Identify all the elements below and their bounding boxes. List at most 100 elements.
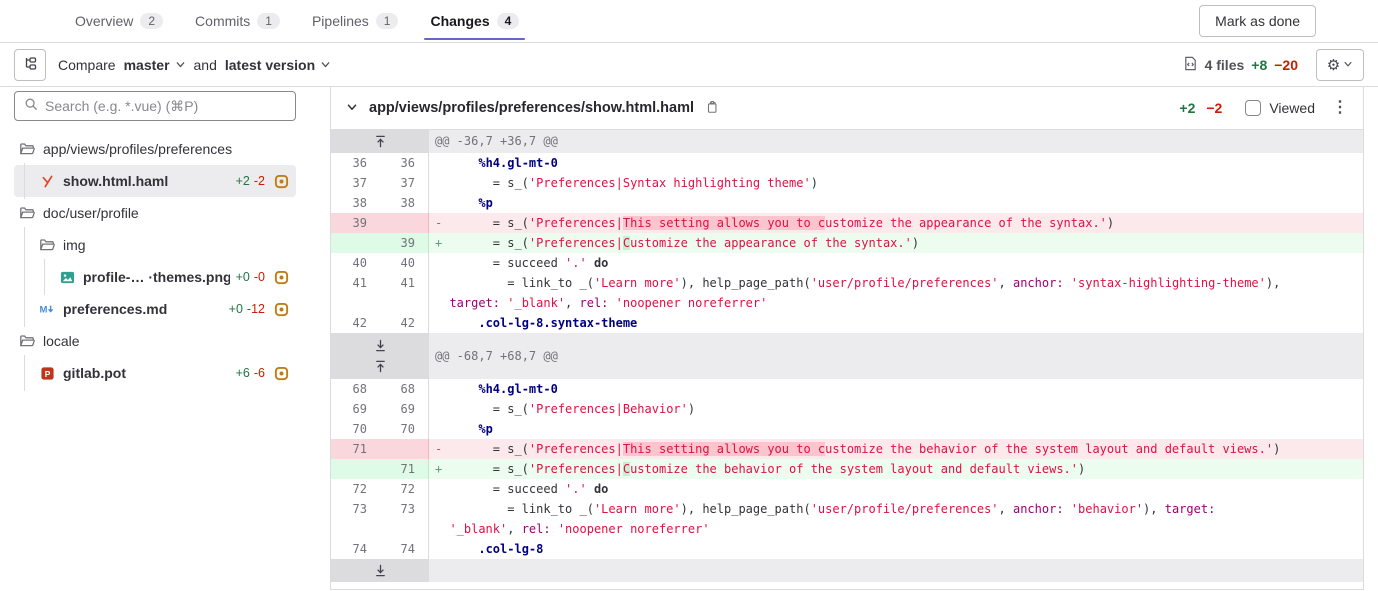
code-token: 'Preferences| bbox=[529, 236, 623, 250]
old-line-number[interactable] bbox=[331, 519, 380, 539]
tab-overview[interactable]: Overview2 bbox=[75, 0, 163, 42]
line-content: + = s_('Preferences|Customize the appear… bbox=[429, 233, 1363, 253]
file-diff-stats: +0-12 bbox=[223, 302, 290, 317]
new-line-number[interactable]: 41 bbox=[380, 273, 429, 293]
new-line-number[interactable]: 71 bbox=[380, 459, 429, 479]
line-content: %p bbox=[429, 193, 1363, 213]
file-search-input[interactable] bbox=[45, 98, 286, 114]
tree-folder-img[interactable]: img bbox=[14, 229, 296, 261]
diff-settings-button[interactable]: ⚙ bbox=[1316, 49, 1364, 81]
new-line-number[interactable]: 70 bbox=[380, 419, 429, 439]
code-token: ) bbox=[912, 236, 919, 250]
new-line-number[interactable]: 73 bbox=[380, 499, 429, 519]
new-line-number[interactable]: 38 bbox=[380, 193, 429, 213]
code-token: 'Preferences| bbox=[529, 216, 623, 230]
expand-down-button[interactable] bbox=[374, 562, 387, 580]
file-diff-stats: +6-6 bbox=[230, 366, 290, 381]
tree-file-preferences-md[interactable]: Mpreferences.md+0-12 bbox=[14, 293, 296, 325]
tab-count-badge: 1 bbox=[257, 13, 280, 29]
new-line-number[interactable]: 68 bbox=[380, 379, 429, 399]
code-token: ustomize the behavior of the system layo… bbox=[825, 442, 1273, 456]
mr-tab-bar: Overview2 Commits1 Pipelines1 Changes4 Mark… bbox=[0, 0, 1378, 43]
file-tree-toggle-button[interactable] bbox=[14, 49, 46, 81]
old-line-number[interactable]: 73 bbox=[331, 499, 380, 519]
code-token: anchor: bbox=[1013, 276, 1064, 290]
diff-line-row: 6868 %h4.gl-mt-0 bbox=[331, 379, 1363, 399]
tree-file-gitlab-pot[interactable]: Pgitlab.pot+6-6 bbox=[14, 357, 296, 389]
new-line-number[interactable] bbox=[380, 213, 429, 233]
code-token: ), help_page_path( bbox=[681, 276, 811, 290]
copy-file-path-button[interactable] bbox=[703, 98, 721, 119]
diff-marker bbox=[435, 193, 449, 213]
old-line-number[interactable]: 42 bbox=[331, 313, 380, 333]
new-line-number[interactable]: 36 bbox=[380, 153, 429, 173]
diff-marker: - bbox=[435, 439, 449, 459]
new-line-number[interactable]: 40 bbox=[380, 253, 429, 273]
old-line-number[interactable]: 72 bbox=[331, 479, 380, 499]
tab-commits[interactable]: Commits1 bbox=[195, 0, 280, 42]
tree-label: gitlab.pot bbox=[63, 365, 126, 381]
expand-down-button[interactable] bbox=[374, 337, 387, 355]
old-line-number[interactable] bbox=[331, 459, 380, 479]
tree-folder-locale[interactable]: locale bbox=[14, 325, 296, 357]
tab-pipelines[interactable]: Pipelines1 bbox=[312, 0, 399, 42]
new-line-number[interactable]: 37 bbox=[380, 173, 429, 193]
code-token: = link_to _( bbox=[449, 276, 594, 290]
new-line-number[interactable]: 72 bbox=[380, 479, 429, 499]
mark-as-done-button[interactable]: Mark as done bbox=[1199, 5, 1316, 37]
code-token: , bbox=[565, 296, 579, 310]
code-token bbox=[587, 256, 594, 270]
new-line-number[interactable]: 74 bbox=[380, 539, 429, 559]
old-line-number[interactable]: 39 bbox=[331, 213, 380, 233]
old-line-number[interactable]: 70 bbox=[331, 419, 380, 439]
code-token: target: bbox=[449, 296, 500, 310]
code-token: = succeed bbox=[449, 256, 565, 270]
diff-line-row: 7373 = link_to _('Learn more'), help_pag… bbox=[331, 499, 1363, 519]
old-line-number[interactable]: 40 bbox=[331, 253, 380, 273]
expand-cell bbox=[331, 130, 429, 153]
new-line-number[interactable]: 69 bbox=[380, 399, 429, 419]
new-line-number[interactable] bbox=[380, 519, 429, 539]
line-content: .col-lg-8 bbox=[429, 539, 1363, 559]
file-options-menu-button[interactable]: ⋮ bbox=[1330, 98, 1350, 118]
old-line-number[interactable]: 37 bbox=[331, 173, 380, 193]
code-token: C bbox=[623, 236, 630, 250]
target-version-dropdown[interactable]: latest version bbox=[223, 57, 333, 73]
source-version-dropdown[interactable]: master bbox=[122, 57, 188, 73]
code-token: = s_( bbox=[449, 462, 528, 476]
tab-changes[interactable]: Changes4 bbox=[430, 0, 519, 42]
added-lines-count: +2 bbox=[236, 174, 250, 188]
old-line-number[interactable]: 71 bbox=[331, 439, 380, 459]
collapse-file-button[interactable] bbox=[344, 99, 360, 118]
old-line-number[interactable]: 41 bbox=[331, 273, 380, 293]
code-token bbox=[449, 316, 478, 330]
tree-file-profile-themes-png[interactable]: profile-… ·themes.png+0-0 bbox=[14, 261, 296, 293]
old-line-number[interactable]: 38 bbox=[331, 193, 380, 213]
tree-file-show-html-haml[interactable]: show.html.haml+2-2 bbox=[14, 165, 296, 197]
diff-marker bbox=[435, 539, 449, 559]
code-token: C bbox=[623, 462, 630, 476]
old-line-number[interactable] bbox=[331, 293, 380, 313]
gear-icon: ⚙ bbox=[1327, 56, 1340, 74]
old-line-number[interactable]: 74 bbox=[331, 539, 380, 559]
viewed-checkbox[interactable] bbox=[1245, 100, 1261, 116]
tree-folder-doc-user-profile[interactable]: doc/user/profile bbox=[14, 197, 296, 229]
old-line-number[interactable]: 69 bbox=[331, 399, 380, 419]
code-token bbox=[449, 196, 478, 210]
old-line-number[interactable] bbox=[331, 233, 380, 253]
diff-line-row: 71+ = s_('Preferences|Customize the beha… bbox=[331, 459, 1363, 479]
code-token: %h4.gl-mt-0 bbox=[478, 156, 557, 170]
expand-up-button[interactable] bbox=[374, 358, 387, 376]
old-line-number[interactable]: 36 bbox=[331, 153, 380, 173]
expand-up-button[interactable] bbox=[374, 133, 387, 151]
hunk-header: @@ -36,7 +36,7 @@ bbox=[429, 130, 1363, 153]
tree-folder-app-views-profiles-preferences[interactable]: app/views/profiles/preferences bbox=[14, 133, 296, 165]
new-line-number[interactable] bbox=[380, 439, 429, 459]
file-code-icon bbox=[1183, 56, 1198, 74]
new-line-number[interactable]: 42 bbox=[380, 313, 429, 333]
code-token: '_blank' bbox=[507, 296, 565, 310]
new-line-number[interactable] bbox=[380, 293, 429, 313]
diff-line-row: 3636 %h4.gl-mt-0 bbox=[331, 153, 1363, 173]
new-line-number[interactable]: 39 bbox=[380, 233, 429, 253]
old-line-number[interactable]: 68 bbox=[331, 379, 380, 399]
